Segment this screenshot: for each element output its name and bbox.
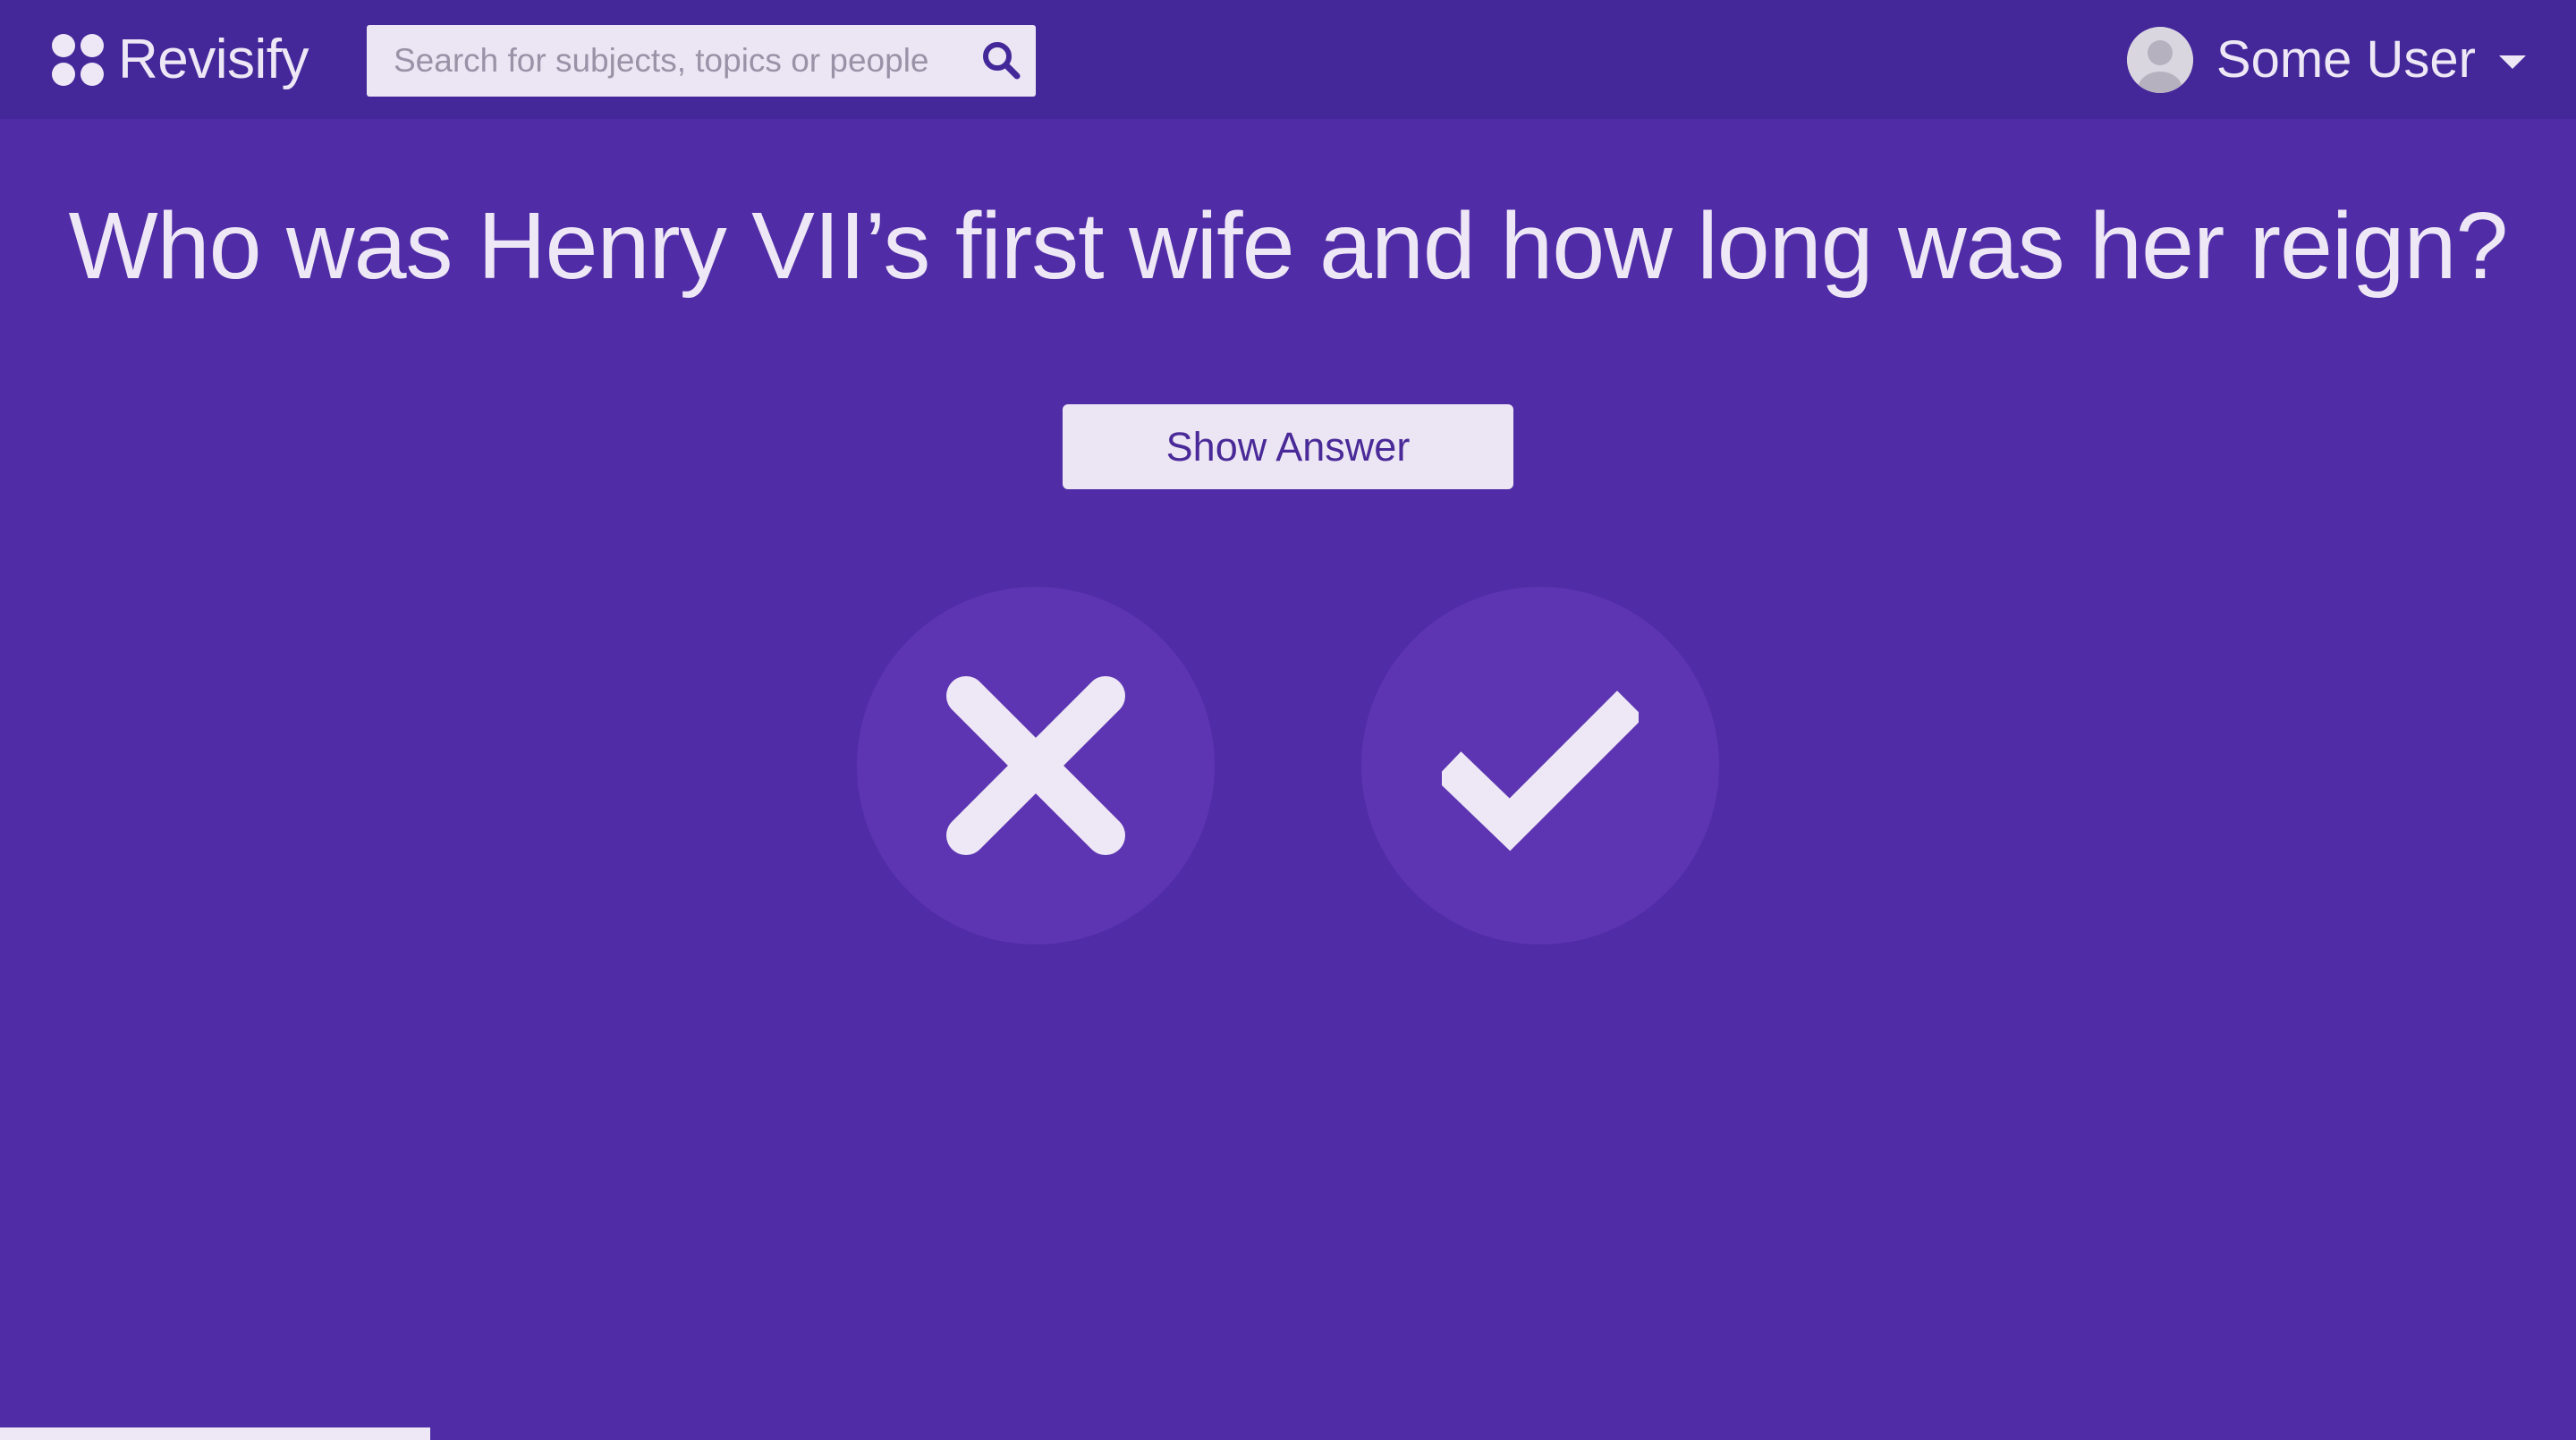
check-icon: [1442, 690, 1639, 851]
avatar: [2126, 27, 2193, 93]
search-icon: [983, 42, 1021, 80]
search-input[interactable]: [367, 25, 957, 97]
top-navbar: Revisify Some User: [0, 0, 2576, 119]
show-answer-button[interactable]: Show Answer: [1063, 404, 1513, 489]
cross-icon: [946, 676, 1125, 855]
wrong-answer-button[interactable]: [857, 587, 1215, 944]
user-menu[interactable]: Some User: [2126, 25, 2526, 95]
progress-fill: [0, 1427, 430, 1440]
caret-down-icon: [2499, 55, 2526, 69]
flashcard-question: Who was Henry VII’s first wife and how l…: [68, 193, 2509, 299]
user-name: Some User: [2216, 30, 2476, 89]
correct-answer-button[interactable]: [1361, 587, 1719, 944]
revisify-logo-link[interactable]: Revisify: [52, 25, 309, 95]
logo-dots-icon: [52, 34, 104, 86]
search-bar: [367, 25, 1036, 97]
progress-bar: [0, 1427, 2576, 1440]
app-name: Revisify: [118, 29, 309, 90]
search-button[interactable]: [977, 36, 1027, 86]
avatar-placeholder-icon: [2126, 27, 2193, 93]
